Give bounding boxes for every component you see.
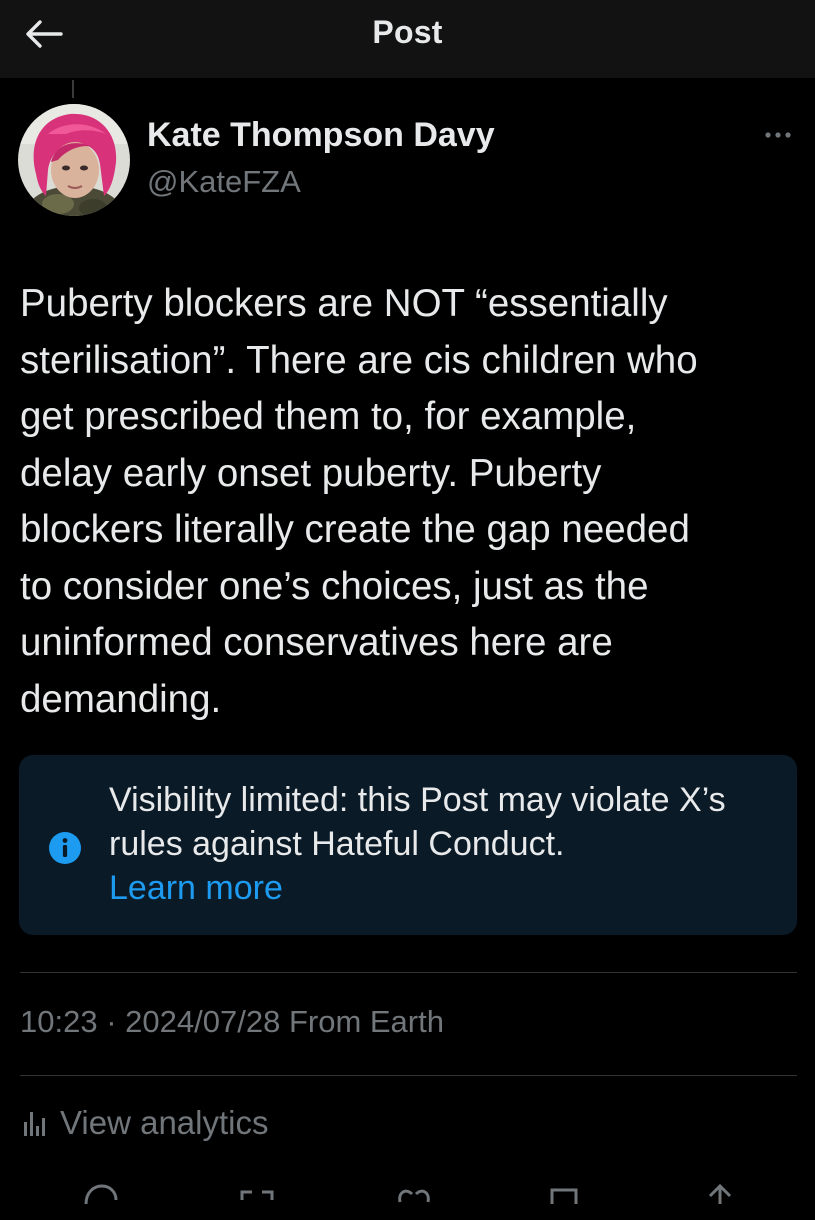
post-text: Puberty blockers are NOT “essentially st… — [20, 282, 698, 721]
avatar[interactable] — [18, 104, 130, 216]
bookmark-icon — [550, 1188, 578, 1204]
thread-connector — [72, 80, 74, 98]
post-date: 2024/07/28 — [125, 1004, 281, 1039]
share-icon — [708, 1183, 732, 1204]
more-horizontal-icon — [765, 132, 791, 138]
post-time: 10:23 — [20, 1004, 98, 1039]
divider — [20, 972, 797, 973]
bar-chart-icon — [24, 1112, 45, 1136]
like-icon — [398, 1189, 430, 1203]
author-handle[interactable]: @KateFZA — [147, 164, 301, 200]
view-analytics-label: View analytics — [60, 1104, 269, 1141]
post-timestamp: 10:23 · 2024/07/28 From Earth — [20, 1004, 444, 1040]
like-button[interactable] — [392, 1180, 436, 1210]
action-bar — [0, 1180, 815, 1220]
reply-icon — [84, 1184, 118, 1205]
repost-icon — [240, 1190, 274, 1200]
divider — [20, 1075, 797, 1076]
notice-text: Visibility limited: this Post may violat… — [109, 781, 726, 863]
repost-button[interactable] — [236, 1180, 280, 1210]
reply-button[interactable] — [78, 1180, 122, 1210]
author-name[interactable]: Kate Thompson Davy — [147, 116, 495, 155]
learn-more-link[interactable]: Learn more — [109, 866, 283, 910]
meta-separator: · — [106, 1004, 117, 1039]
visibility-notice: Visibility limited: this Post may violat… — [19, 755, 797, 935]
info-icon — [49, 832, 81, 864]
avatar-image — [18, 104, 130, 216]
view-analytics-button[interactable]: View analytics — [20, 1104, 269, 1142]
more-options-button[interactable] — [756, 120, 800, 150]
post-source: From Earth — [288, 1004, 444, 1039]
bookmark-button[interactable] — [542, 1180, 586, 1210]
top-bar: Post — [0, 0, 815, 78]
share-button[interactable] — [698, 1180, 742, 1210]
page-title: Post — [372, 14, 443, 50]
notice-body: Visibility limited: this Post may violat… — [109, 778, 779, 910]
